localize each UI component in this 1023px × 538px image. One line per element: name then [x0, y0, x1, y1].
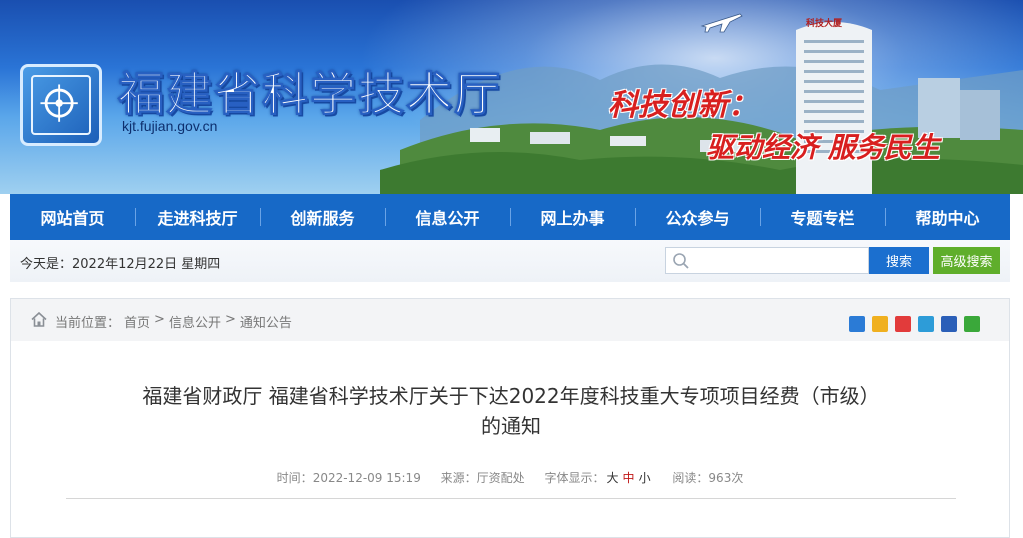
home-icon — [31, 312, 47, 327]
nav-item-disclosure[interactable]: 信息公开 — [385, 194, 510, 240]
share-weibo-icon[interactable] — [895, 316, 911, 332]
breadcrumb-disclosure[interactable]: 信息公开 — [169, 312, 221, 331]
share-toolbar — [849, 316, 980, 332]
site-url: kjt.fujian.gov.cn — [122, 118, 218, 134]
nav-item-participation[interactable]: 公众参与 — [635, 194, 760, 240]
nav-item-help[interactable]: 帮助中心 — [885, 194, 1010, 240]
main-nav: 网站首页 走进科技厅 创新服务 信息公开 网上办事 公众参与 专题专栏 帮助中心 — [10, 194, 1010, 240]
breadcrumb-notices[interactable]: 通知公告 — [240, 312, 292, 331]
share-wechat-icon[interactable] — [964, 316, 980, 332]
article-title-line1: 福建省财政厅 福建省科学技术厅关于下达2022年度科技重大专项项目经费（市级） — [142, 384, 880, 408]
share-renren-icon[interactable] — [941, 316, 957, 332]
breadcrumb-bar: 当前位置： 首页 > 信息公开 > 通知公告 — [11, 299, 1009, 341]
current-date: 今天是：2022年12月22日 星期四 — [20, 257, 221, 272]
breadcrumb: 当前位置： 首页 > 信息公开 > 通知公告 — [55, 312, 292, 331]
logo-emblem-icon — [31, 75, 91, 135]
search-input[interactable] — [694, 250, 864, 271]
site-logo[interactable] — [20, 64, 102, 146]
search-icon — [673, 253, 689, 269]
article-title: 福建省财政厅 福建省科学技术厅关于下达2022年度科技重大专项项目经费（市级） … — [41, 381, 981, 441]
info-bar: 今天是：2022年12月22日 星期四 搜索 高级搜索 — [10, 240, 1010, 282]
font-size-large[interactable]: 大 — [607, 471, 619, 485]
nav-item-topics[interactable]: 专题专栏 — [760, 194, 885, 240]
publish-time: 时间：2022-12-09 15:19 — [276, 471, 421, 485]
site-title: 福建省科学技术厅 — [118, 67, 502, 122]
font-size-medium[interactable]: 中 — [623, 471, 635, 485]
search-button[interactable]: 搜索 — [869, 247, 929, 274]
meta-divider — [66, 498, 956, 499]
advanced-search-button[interactable]: 高级搜索 — [933, 247, 1000, 274]
share-add-icon[interactable] — [849, 316, 865, 332]
article-source: 来源：厅资配处 — [440, 471, 525, 485]
share-qzone-icon[interactable] — [872, 316, 888, 332]
article-panel: 当前位置： 首页 > 信息公开 > 通知公告 福建省财政厅 福建省科学技术厅关于… — [10, 298, 1010, 538]
share-pengyou-icon[interactable] — [918, 316, 934, 332]
airplane-icon — [700, 13, 743, 33]
article-title-line2: 的通知 — [481, 414, 541, 438]
nav-item-about[interactable]: 走进科技厅 — [135, 194, 260, 240]
view-count: 阅读：963次 — [672, 471, 744, 485]
tower-label: 科技大厦 — [806, 19, 843, 29]
article-meta: 时间：2022-12-09 15:19 来源：厅资配处 字体显示：大中小 阅读：… — [11, 469, 1009, 486]
search-box — [665, 247, 869, 274]
site-banner: 科技大厦 福建省科学技术厅 kjt.fujian.gov.cn 科技创新： 驱动… — [0, 0, 1023, 194]
breadcrumb-home[interactable]: 首页 — [124, 312, 150, 331]
slogan-line2: 驱动经济 服务民生 — [706, 131, 940, 164]
nav-item-home[interactable]: 网站首页 — [10, 194, 135, 240]
slogan-line1: 科技创新： — [608, 88, 758, 123]
breadcrumb-separator: > — [154, 312, 165, 327]
breadcrumb-separator: > — [224, 312, 236, 327]
font-size-switcher: 字体显示：大中小 — [544, 471, 651, 485]
breadcrumb-prefix: 当前位置： — [55, 316, 121, 331]
font-size-small[interactable]: 小 — [639, 471, 651, 485]
nav-item-online-service[interactable]: 网上办事 — [510, 194, 635, 240]
nav-item-innovation[interactable]: 创新服务 — [260, 194, 385, 240]
